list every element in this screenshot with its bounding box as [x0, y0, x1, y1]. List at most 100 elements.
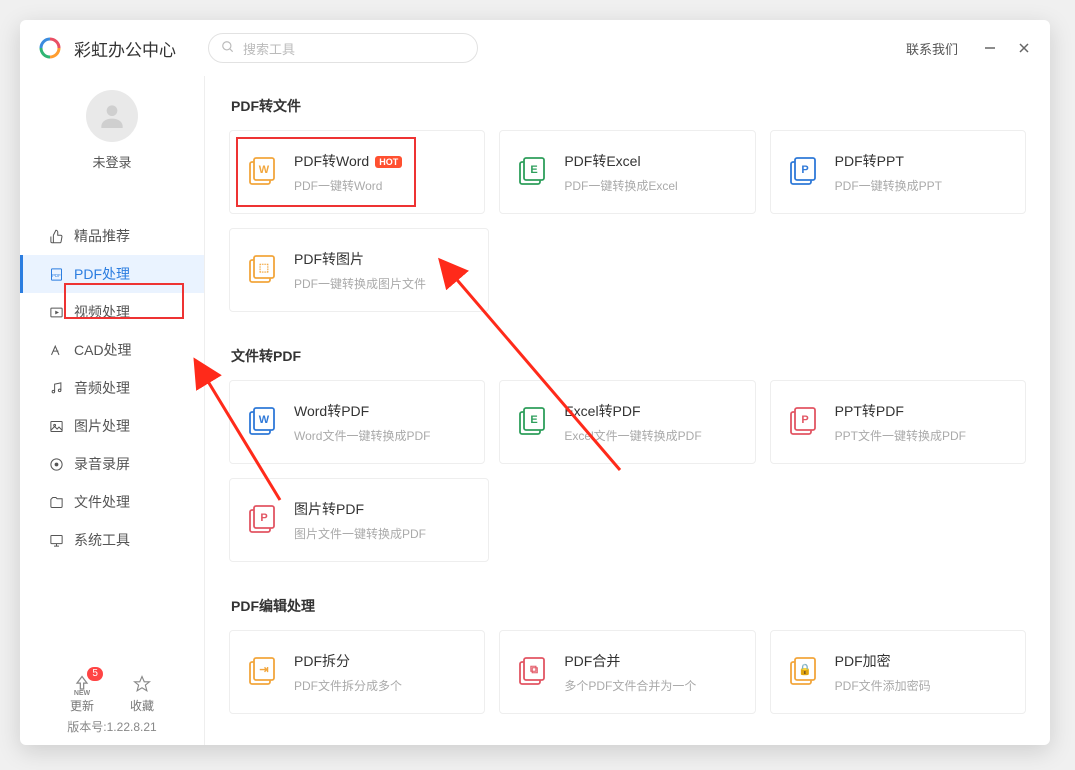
- tool-card[interactable]: W Word转PDF Word文件一键转换成PDF: [229, 380, 485, 464]
- tool-card[interactable]: ⧉PDF合并多个PDF文件合并为一个: [499, 630, 755, 714]
- tool-card[interactable]: E PDF转Excel PDF一键转换成Excel: [499, 130, 755, 214]
- card-title: PDF转Word: [294, 153, 369, 169]
- card-title: PDF转PPT: [835, 153, 904, 169]
- image-icon: [48, 418, 64, 434]
- main-content: PDF转文件WPDF转WordHOTPDF一键转WordEPDF转ExcelPD…: [205, 76, 1050, 745]
- sidebar-item-label: 系统工具: [74, 530, 130, 550]
- minimize-button[interactable]: [982, 40, 998, 56]
- favorite-label: 收藏: [130, 697, 154, 714]
- card-subtitle: PDF文件拆分成多个: [294, 677, 402, 694]
- tool-icon: ⬚: [246, 254, 278, 286]
- avatar[interactable]: [86, 90, 138, 142]
- svg-text:E: E: [531, 414, 538, 426]
- card-subtitle: PDF一键转Word: [294, 177, 402, 194]
- tool-card[interactable]: ⬚ PDF转图片PDF一键转换成图片文件: [229, 228, 489, 312]
- card-subtitle: PPT文件一键转换成PDF: [835, 427, 966, 444]
- sidebar-item-2[interactable]: 视频处理: [20, 293, 204, 331]
- card-subtitle: Excel文件一键转换成PDF: [564, 427, 701, 444]
- sidebar-item-4[interactable]: 音频处理: [20, 369, 204, 407]
- card-subtitle: PDF文件添加密码: [835, 677, 931, 694]
- sidebar-item-label: 文件处理: [74, 492, 130, 512]
- svg-text:⧉: ⧉: [530, 664, 538, 676]
- tool-icon: ⇥: [246, 656, 278, 688]
- card-title: PDF加密: [835, 653, 891, 669]
- audio-icon: [48, 380, 64, 396]
- card-title: PDF转Excel: [564, 153, 640, 169]
- card-subtitle: PDF一键转换成Excel: [564, 177, 677, 194]
- card-row: ⇥PDF拆分PDF文件拆分成多个⧉PDF合并多个PDF文件合并为一个🔒PDF加密…: [229, 630, 1026, 714]
- card-row: W Word转PDF Word文件一键转换成PDF E Excel转PDFExcel文件…: [229, 380, 1026, 464]
- cad-icon: [48, 342, 64, 358]
- tool-icon: E: [516, 406, 548, 438]
- search-placeholder: 搜索工具: [243, 39, 295, 58]
- card-text: PDF转Word HOT PDF一键转Word: [294, 151, 402, 194]
- tool-card[interactable]: E Excel转PDFExcel文件一键转换成PDF: [499, 380, 755, 464]
- card-title: Word转PDF: [294, 403, 369, 419]
- sidebar-item-label: 音频处理: [74, 378, 130, 398]
- login-status[interactable]: 未登录: [20, 152, 204, 171]
- favorite-button[interactable]: 收藏: [130, 673, 154, 714]
- system-icon: [48, 532, 64, 548]
- section-title: PDF编辑处理: [231, 596, 1026, 616]
- svg-text:W: W: [259, 414, 270, 426]
- video-icon: [48, 304, 64, 320]
- sidebar-item-3[interactable]: CAD处理: [20, 331, 204, 369]
- tool-card[interactable]: P PPT转PDF PPT文件一键转换成PDF: [770, 380, 1026, 464]
- card-text: PPT转PDF PPT文件一键转换成PDF: [835, 401, 966, 444]
- card-text: PDF加密 PDF文件添加密码: [835, 651, 931, 694]
- tool-card[interactable]: PPDF转PPTPDF一键转换成PPT: [770, 130, 1026, 214]
- card-text: 图片转PDF 图片文件一键转换成PDF: [294, 499, 426, 542]
- tool-icon: 🔒: [787, 656, 819, 688]
- tool-icon: P: [787, 156, 819, 188]
- card-subtitle: Word文件一键转换成PDF: [294, 427, 430, 444]
- sidebar-footer: NEW 5 更新 收藏 版本号:1.22.8.21: [20, 663, 204, 745]
- star-icon: [131, 673, 153, 695]
- contact-link[interactable]: 联系我们: [906, 39, 958, 58]
- card-row: WPDF转WordHOTPDF一键转WordEPDF转ExcelPDF一键转换成…: [229, 130, 1026, 214]
- sidebar-item-label: 录音录屏: [74, 454, 130, 474]
- svg-text:P: P: [801, 414, 808, 426]
- sidebar-item-7[interactable]: 文件处理: [20, 483, 204, 521]
- tool-card[interactable]: P 图片转PDF 图片文件一键转换成PDF: [229, 478, 489, 562]
- search-input[interactable]: 搜索工具: [208, 33, 478, 63]
- card-row: ⬚ PDF转图片PDF一键转换成图片文件: [229, 228, 1026, 312]
- pdf-icon: PDF: [48, 266, 64, 282]
- svg-text:PDF: PDF: [52, 273, 61, 278]
- record-icon: [48, 456, 64, 472]
- tool-card[interactable]: ⇥ PDF拆分 PDF文件拆分成多个: [229, 630, 485, 714]
- card-title: 图片转PDF: [294, 501, 364, 517]
- card-title: PDF合并: [564, 653, 620, 669]
- card-text: Excel转PDFExcel文件一键转换成PDF: [564, 401, 701, 444]
- tool-icon: P: [246, 504, 278, 536]
- update-label: 更新: [70, 697, 94, 714]
- app-title: 彩虹办公中心: [74, 36, 176, 61]
- tool-card[interactable]: WPDF转WordHOTPDF一键转Word: [229, 130, 485, 214]
- sidebar-item-8[interactable]: 系统工具: [20, 521, 204, 559]
- tool-card[interactable]: 🔒 PDF加密 PDF文件添加密码: [770, 630, 1026, 714]
- sidebar-item-0[interactable]: 精品推荐: [20, 217, 204, 255]
- sidebar: 未登录 精品推荐 PDFPDF处理视频处理 CAD处理音频处理图片处理录音录屏文件处…: [20, 76, 205, 745]
- card-text: PDF转图片PDF一键转换成图片文件: [294, 249, 426, 292]
- update-badge: 5: [87, 667, 103, 681]
- search-icon: [221, 40, 235, 57]
- sidebar-item-1[interactable]: PDFPDF处理: [20, 255, 204, 293]
- sidebar-item-label: 精品推荐: [74, 226, 130, 246]
- tool-icon: W: [246, 406, 278, 438]
- svg-text:E: E: [531, 164, 538, 176]
- app-window: 彩虹办公中心 搜索工具 联系我们 未登录 精品推荐 PDFPDF处理视频处理 CAD…: [20, 20, 1050, 745]
- sidebar-item-6[interactable]: 录音录屏: [20, 445, 204, 483]
- update-button[interactable]: NEW 5 更新: [70, 673, 94, 714]
- card-title: PDF拆分: [294, 653, 350, 669]
- sidebar-item-5[interactable]: 图片处理: [20, 407, 204, 445]
- svg-text:⇥: ⇥: [259, 664, 268, 676]
- close-button[interactable]: [1016, 40, 1032, 56]
- card-title: PPT转PDF: [835, 403, 904, 419]
- card-row: P 图片转PDF 图片文件一键转换成PDF: [229, 478, 1026, 562]
- tool-icon: P: [787, 406, 819, 438]
- hot-badge-icon: HOT: [375, 156, 402, 168]
- card-text: PDF拆分 PDF文件拆分成多个: [294, 651, 402, 694]
- version-label: 版本号:1.22.8.21: [20, 718, 204, 735]
- sidebar-item-label: 视频处理: [74, 302, 130, 322]
- svg-text:🔒: 🔒: [798, 663, 812, 676]
- card-subtitle: 图片文件一键转换成PDF: [294, 525, 426, 542]
